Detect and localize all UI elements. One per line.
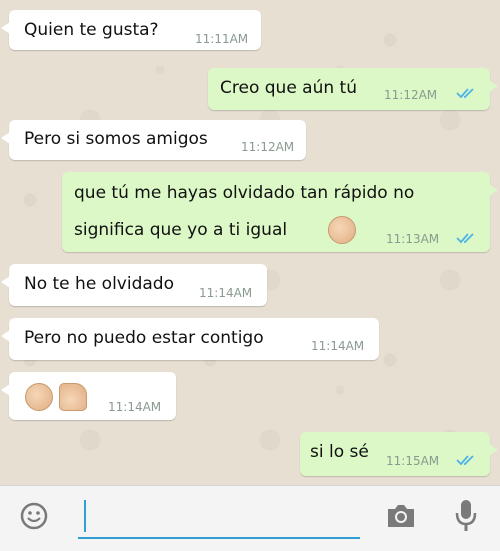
message-timestamp: 11:12AM xyxy=(384,88,438,102)
message-timestamp: 11:15AM xyxy=(386,454,440,468)
read-receipt-icon xyxy=(456,233,474,244)
message-timestamp: 11:14AM xyxy=(108,400,162,414)
message-bubble-incoming[interactable]: No te he olvidado 11:14AM xyxy=(1,264,267,306)
message-bubble-incoming[interactable]: Quien te gusta? 11:11AM xyxy=(1,10,261,50)
camera-icon[interactable] xyxy=(385,501,417,531)
message-bubble-incoming[interactable]: Pero si somos amigos 11:12AM xyxy=(1,120,306,160)
text-cursor xyxy=(84,500,86,532)
fist-icon xyxy=(328,216,356,244)
chat-background: Quien te gusta? 11:11AM Creo que aún tú … xyxy=(0,0,500,485)
message-timestamp: 11:11AM xyxy=(195,32,249,46)
read-receipt-icon xyxy=(456,455,474,466)
message-text: si lo sé xyxy=(310,442,369,462)
emoji-icon[interactable] xyxy=(18,500,50,532)
message-timestamp: 11:14AM xyxy=(199,286,253,300)
message-text: Quien te gusta? xyxy=(24,20,159,40)
message-bubble-outgoing[interactable]: que tú me hayas olvidado tan rápido no s… xyxy=(62,172,498,252)
message-text: No te he olvidado xyxy=(24,274,174,294)
message-text-line-2: significa que yo a ti igual xyxy=(74,220,288,240)
read-receipt-icon xyxy=(456,88,474,99)
message-timestamp: 11:12AM xyxy=(241,140,295,154)
message-bubble-outgoing[interactable]: Creo que aún tú 11:12AM xyxy=(208,68,498,110)
message-timestamp: 11:13AM xyxy=(386,232,440,246)
message-bubble-incoming[interactable]: 11:14AM xyxy=(1,372,176,420)
thumbs-up-icon xyxy=(59,383,87,411)
input-underline xyxy=(78,537,360,539)
message-text-line-1: que tú me hayas olvidado tan rápido no xyxy=(74,183,415,203)
microphone-icon[interactable] xyxy=(453,498,479,534)
message-bubble-incoming[interactable]: Pero no puedo estar contigo 11:14AM xyxy=(1,318,379,360)
message-timestamp: 11:14AM xyxy=(311,339,365,353)
message-text: Pero si somos amigos xyxy=(24,129,208,149)
message-bubble-outgoing[interactable]: si lo sé 11:15AM xyxy=(300,432,498,476)
fist-icon xyxy=(25,383,53,411)
message-text: Creo que aún tú xyxy=(220,78,357,98)
message-input[interactable] xyxy=(86,500,362,536)
message-text: Pero no puedo estar contigo xyxy=(24,328,264,348)
